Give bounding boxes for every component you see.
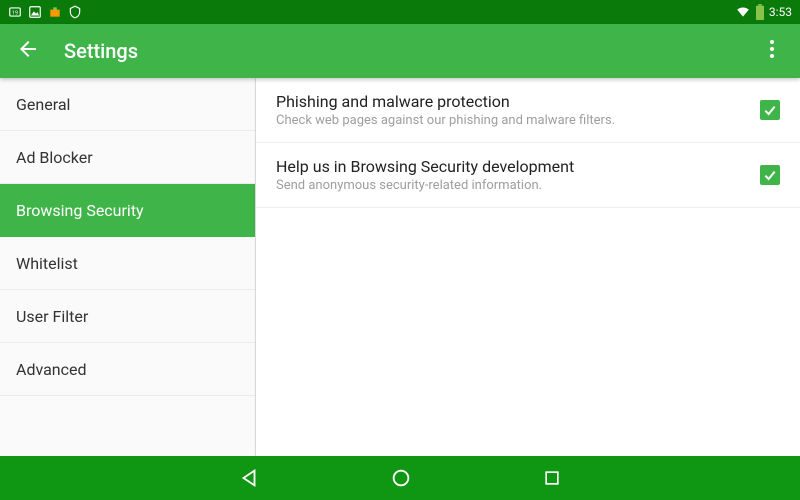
sidebar: General Ad Blocker Browsing Security Whi… bbox=[0, 78, 256, 456]
sidebar-item-whitelist[interactable]: Whitelist bbox=[0, 237, 255, 290]
wifi-icon bbox=[735, 5, 751, 19]
sidebar-item-label: Advanced bbox=[16, 360, 87, 379]
nav-back-icon[interactable] bbox=[238, 467, 260, 489]
sidebar-item-general[interactable]: General bbox=[0, 78, 255, 131]
sidebar-item-browsing-security[interactable]: Browsing Security bbox=[0, 184, 255, 237]
svg-text:19: 19 bbox=[12, 10, 18, 16]
nav-recent-icon[interactable] bbox=[542, 468, 562, 488]
sidebar-item-label: General bbox=[16, 95, 70, 114]
sidebar-item-label: Whitelist bbox=[16, 254, 78, 273]
notification-icon: 19 bbox=[8, 5, 22, 19]
battery-icon bbox=[755, 4, 765, 20]
status-right: 3:53 bbox=[735, 4, 792, 20]
setting-subtitle: Send anonymous security-related informat… bbox=[276, 178, 744, 193]
more-vert-icon[interactable] bbox=[760, 37, 784, 65]
setting-help-development[interactable]: Help us in Browsing Security development… bbox=[256, 143, 800, 208]
sidebar-item-advanced[interactable]: Advanced bbox=[0, 343, 255, 396]
nav-home-icon[interactable] bbox=[390, 467, 412, 489]
setting-title: Phishing and malware protection bbox=[276, 92, 744, 111]
status-bar: 19 3:53 bbox=[0, 0, 800, 24]
sidebar-item-user-filter[interactable]: User Filter bbox=[0, 290, 255, 343]
sidebar-item-ad-blocker[interactable]: Ad Blocker bbox=[0, 131, 255, 184]
content: General Ad Blocker Browsing Security Whi… bbox=[0, 78, 800, 456]
app-bar: Settings bbox=[0, 24, 800, 78]
status-left: 19 bbox=[8, 5, 82, 19]
checkbox-phishing[interactable] bbox=[760, 100, 780, 120]
sidebar-item-label: Ad Blocker bbox=[16, 148, 93, 167]
setting-title: Help us in Browsing Security development bbox=[276, 157, 744, 176]
app-icon bbox=[48, 5, 62, 19]
setting-text: Help us in Browsing Security development… bbox=[276, 157, 744, 193]
sidebar-item-label: Browsing Security bbox=[16, 201, 144, 220]
setting-text: Phishing and malware protection Check we… bbox=[276, 92, 744, 128]
image-icon bbox=[28, 5, 42, 19]
status-time: 3:53 bbox=[769, 5, 792, 19]
main-panel: Phishing and malware protection Check we… bbox=[256, 78, 800, 456]
setting-subtitle: Check web pages against our phishing and… bbox=[276, 113, 744, 128]
navigation-bar bbox=[0, 456, 800, 500]
checkbox-help[interactable] bbox=[760, 165, 780, 185]
shield-icon bbox=[68, 5, 82, 19]
back-arrow-icon[interactable] bbox=[16, 37, 40, 65]
setting-phishing-protection[interactable]: Phishing and malware protection Check we… bbox=[256, 78, 800, 143]
sidebar-item-label: User Filter bbox=[16, 307, 88, 326]
page-title: Settings bbox=[64, 39, 138, 63]
